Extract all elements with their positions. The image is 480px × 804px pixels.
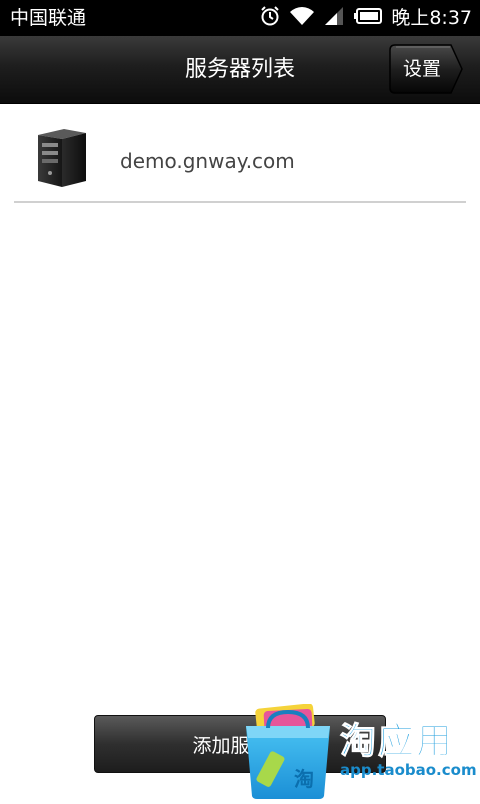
svg-text:淘: 淘 xyxy=(294,767,314,791)
battery-icon xyxy=(353,7,383,29)
server-icon xyxy=(34,127,90,193)
server-name: demo.gnway.com xyxy=(120,149,295,173)
settings-button[interactable]: 设置 xyxy=(389,44,463,94)
taobao-watermark: 淘应用 app.taobao.com xyxy=(340,721,480,779)
status-icons: 晚上8:37 xyxy=(259,6,472,30)
carrier-label: 中国联通 xyxy=(10,7,87,29)
clock: 晚上8:37 xyxy=(391,7,472,29)
taobao-bag-icon: 淘 xyxy=(242,703,334,804)
title-bar: 服务器列表 设置 xyxy=(0,36,480,104)
alarm-icon xyxy=(259,5,281,31)
signal-icon xyxy=(323,6,345,30)
wifi-icon xyxy=(289,6,315,30)
settings-label: 设置 xyxy=(402,58,441,80)
server-list-item[interactable]: demo.gnway.com xyxy=(14,103,466,203)
watermark-url: app.taobao.com xyxy=(340,761,477,779)
watermark-brand: 淘应用 xyxy=(340,721,455,762)
status-bar: 中国联通 晚上8:37 xyxy=(0,0,480,36)
